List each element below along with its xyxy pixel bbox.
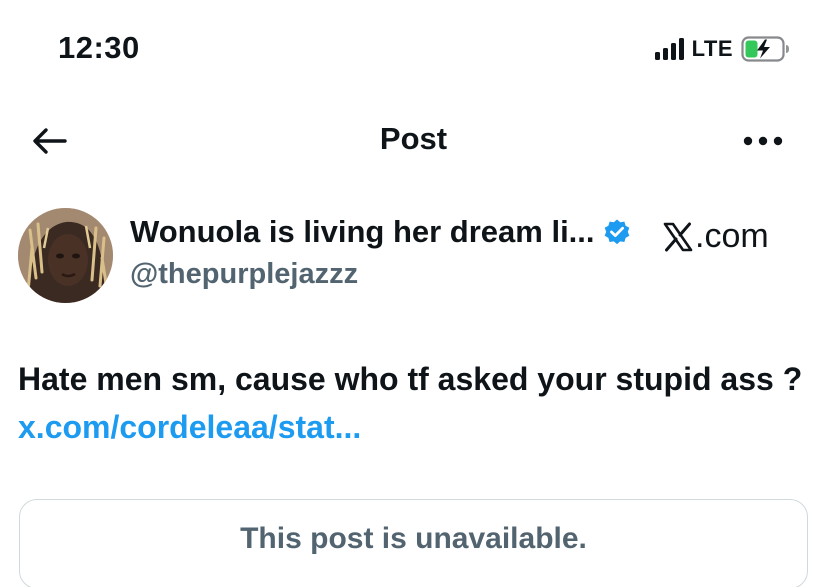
network-type: LTE bbox=[691, 36, 733, 61]
author-handle[interactable]: @thepurplejazzz bbox=[130, 258, 358, 291]
post-link[interactable]: x.com/cordeleaa/stat... bbox=[18, 409, 361, 445]
status-time: 12:30 bbox=[58, 30, 140, 65]
avatar[interactable] bbox=[18, 208, 113, 303]
quoted-post-unavailable-card: This post is unavailable. bbox=[19, 499, 808, 587]
status-indicators: LTE bbox=[654, 36, 791, 62]
author-display-name: Wonuola is living her dream li... bbox=[130, 214, 595, 249]
x-logo-icon bbox=[663, 222, 693, 251]
screen: 12:30 LTE Post Wonuola is living her dre… bbox=[0, 0, 827, 587]
unavailable-message: This post is unavailable. bbox=[240, 522, 587, 555]
source-label: .com bbox=[695, 217, 769, 255]
signal-icon bbox=[654, 38, 684, 60]
page-title: Post bbox=[379, 121, 448, 156]
post-body-text: Hate men sm, cause who tf asked your stu… bbox=[18, 361, 803, 397]
more-options-button[interactable] bbox=[739, 124, 787, 158]
more-horizontal-icon bbox=[743, 136, 783, 146]
source-brand: .com bbox=[663, 217, 769, 256]
post-text: Hate men sm, cause who tf asked your stu… bbox=[18, 355, 818, 451]
author-name-row[interactable]: Wonuola is living her dream li... bbox=[130, 214, 631, 250]
battery-charging-icon bbox=[741, 36, 791, 62]
verified-badge-icon bbox=[603, 218, 631, 246]
